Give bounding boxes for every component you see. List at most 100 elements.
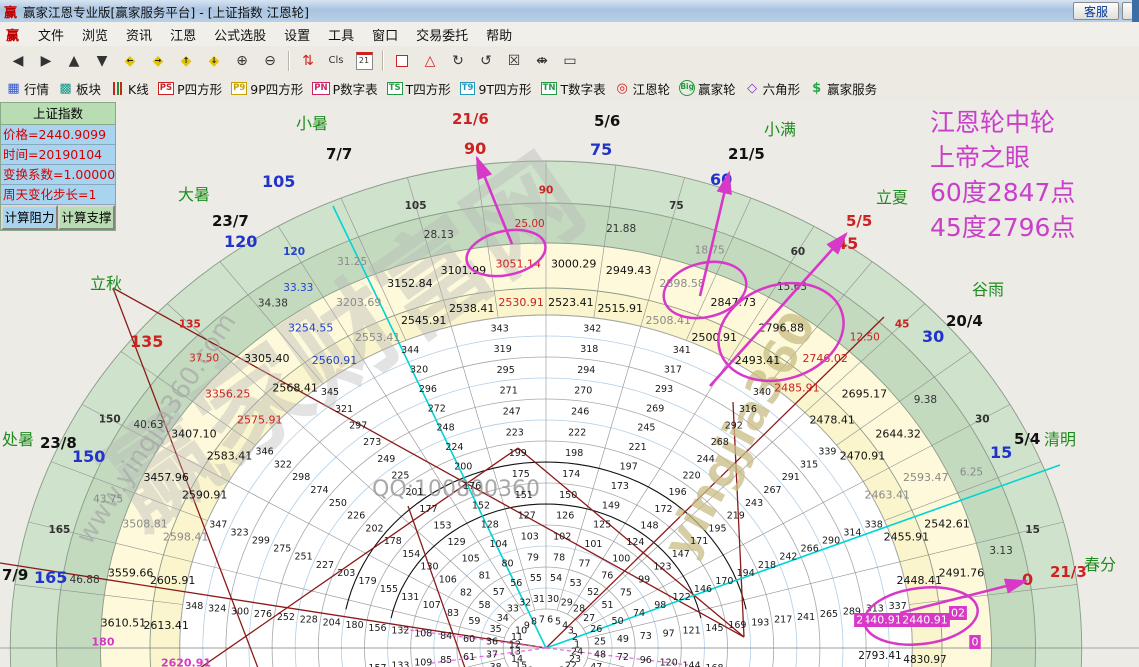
svg-text:34.38: 34.38 [258,298,288,310]
svg-text:152: 152 [472,500,490,511]
svg-text:2440.91: 2440.91 [856,614,902,627]
svg-text:53: 53 [570,578,582,589]
menu-item-6[interactable]: 工具 [319,27,363,46]
svg-text:146: 146 [694,584,712,595]
svg-text:15: 15 [990,443,1012,462]
menu-item-9[interactable]: 帮助 [477,27,521,46]
projector-icon[interactable]: ▭ [556,49,584,73]
quotes-icon: ▦ [7,80,20,96]
down-icon[interactable]: ▼ [88,49,116,73]
svg-text:324: 324 [208,604,226,615]
svg-text:5/6: 5/6 [594,112,620,130]
menu-item-7[interactable]: 窗口 [363,27,407,46]
svg-text:5/4: 5/4 [1014,430,1040,448]
diamond-down-icon[interactable]: ◆ ↓ [200,49,228,73]
svg-text:151: 151 [515,490,533,501]
hexagon-icon: ◇ [747,80,758,96]
menu-item-5[interactable]: 设置 [275,27,319,46]
nav-service[interactable]: $ 赢家服务 [809,79,877,98]
svg-text:2575.91: 2575.91 [237,413,283,426]
t-square-icon: TS [386,81,403,95]
svg-text:323: 323 [231,528,249,539]
calc-resistance-button[interactable]: 计算阻力 [1,205,58,230]
svg-text:75: 75 [620,587,632,598]
expand-icon[interactable]: ↔ ↕ [528,49,556,73]
service-button[interactable]: 客服 [1072,2,1119,20]
svg-text:3407.10: 3407.10 [171,428,217,441]
svg-text:60: 60 [791,246,806,258]
svg-text:246: 246 [571,407,589,418]
svg-text:34: 34 [497,613,509,624]
nav-kline[interactable]: K线 [110,79,149,98]
svg-text:59: 59 [468,616,480,627]
diamond-up-icon[interactable]: ◆ ↑ [172,49,200,73]
rotate-cw-icon[interactable]: ↻ [444,49,472,73]
svg-text:292: 292 [725,421,743,432]
prev-icon[interactable]: ◀ [4,49,32,73]
svg-text:344: 344 [401,345,419,356]
menu-item-3[interactable]: 江恩 [161,27,205,46]
nav-winner-wheel[interactable]: Big 赢家轮 [679,79,736,98]
sectors-icon: ▩ [59,80,72,96]
zoom-out-icon[interactable]: ⊖ [256,49,284,73]
toolbar-separator [382,50,384,71]
svg-text:37: 37 [486,650,498,661]
svg-text:2613.41: 2613.41 [143,619,189,632]
square-tool-icon[interactable] [388,49,416,73]
menu-logo-icon: 赢 [6,28,20,44]
calendar-icon[interactable]: 21 [350,49,378,73]
nav-9p-square[interactable]: P9 9P四方形 [231,79,303,98]
nav-sectors[interactable]: ▩ 板块 [58,79,101,98]
svg-text:45: 45 [895,319,910,331]
nav-t-table[interactable]: TN T数字表 [540,79,606,98]
diamond-left-icon[interactable]: ◆ ← [116,49,144,73]
menu-item-1[interactable]: 浏览 [73,27,117,46]
svg-text:7: 7 [539,615,545,626]
svg-text:37.50: 37.50 [189,353,219,365]
nav-hexagon[interactable]: ◇ 六角形 [745,79,800,98]
svg-text:342: 342 [583,323,601,334]
menu-item-2[interactable]: 资讯 [117,27,161,46]
zoom-in-icon[interactable]: ⊕ [228,49,256,73]
menu-item-8[interactable]: 交易委托 [407,27,477,46]
svg-text:341: 341 [673,345,691,356]
p-table-label: P数字表 [332,81,378,97]
diamond-right-icon[interactable]: ◆ → [144,49,172,73]
nav-quotes[interactable]: ▦ 行情 [6,79,49,98]
svg-text:154: 154 [402,549,420,560]
menu-item-0[interactable]: 文件 [29,27,73,46]
svg-text:220: 220 [683,470,701,481]
close-box-icon[interactable]: ☒ [500,49,528,73]
svg-text:135: 135 [130,332,163,351]
menubar: 赢 文件 浏览 资讯 江恩 公式选股 设置 工具 窗口 交易委托 帮助 [0,22,1139,47]
svg-text:小满: 小满 [764,120,796,139]
menu-item-4[interactable]: 公式选股 [205,27,275,46]
svg-text:266: 266 [801,544,819,555]
svg-text:3457.96: 3457.96 [143,471,189,484]
nav-p-table[interactable]: PN P数字表 [312,79,378,98]
gann-wheel-label: 江恩轮 [632,81,671,97]
wheel-annotation: 江恩轮中轮 上帝之眼 60度2847点 45度2796点 [930,105,1075,245]
svg-text:60: 60 [710,170,732,189]
svg-text:3000.29: 3000.29 [551,257,597,270]
svg-text:2538.41: 2538.41 [449,302,495,315]
nav-p-square[interactable]: PS P四方形 [157,79,222,98]
svg-text:130: 130 [420,562,438,573]
svg-text:21.88: 21.88 [606,223,636,235]
nav-t-square[interactable]: TS T四方形 [386,79,451,98]
triangle-tool-icon[interactable]: △ [416,49,444,73]
cls-icon[interactable]: Cls [322,49,350,73]
svg-text:73: 73 [640,631,652,642]
next-icon[interactable]: ▶ [32,49,60,73]
nav-gann-wheel[interactable]: ◎ 江恩轮 [615,79,671,98]
svg-text:8: 8 [531,617,537,628]
svg-text:165: 165 [34,568,67,587]
sort-updown-icon[interactable]: ⇅ [294,49,322,73]
calc-support-button[interactable]: 计算支撑 [58,205,115,230]
nav-9t-square[interactable]: T9 9T四方形 [459,79,532,98]
svg-text:293: 293 [655,384,673,395]
up-icon[interactable]: ▲ [60,49,88,73]
rotate-ccw-icon[interactable]: ↺ [472,49,500,73]
partial-button[interactable] [1122,2,1132,20]
svg-text:2605.91: 2605.91 [150,574,196,587]
